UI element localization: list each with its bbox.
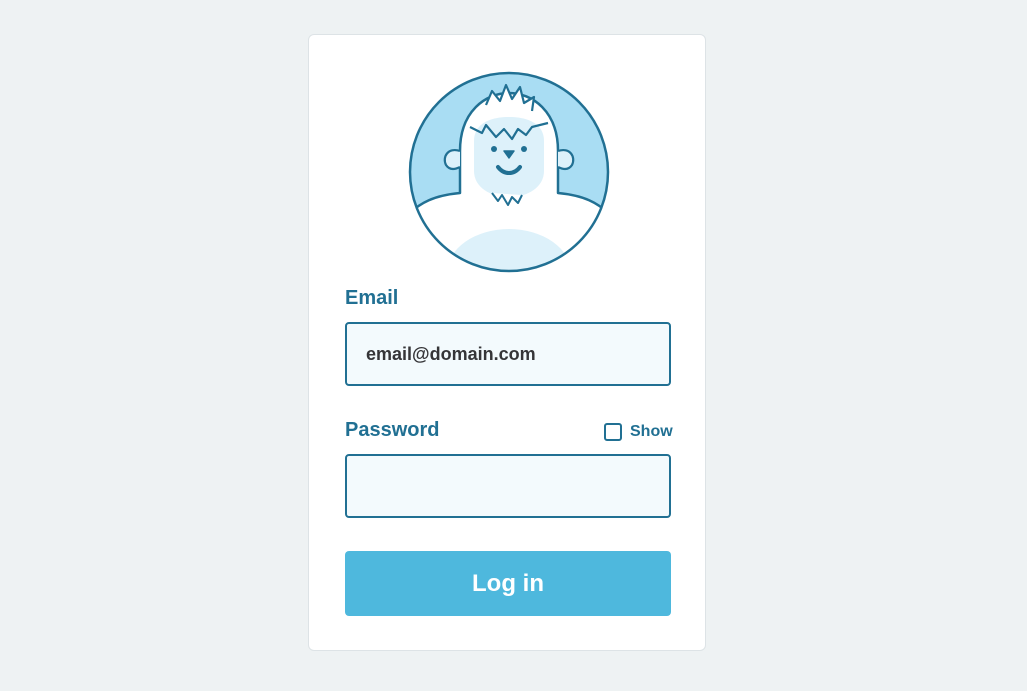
password-label: Password	[345, 419, 440, 441]
login-button[interactable]: Log in	[345, 551, 671, 616]
login-card: Email Password Show Log in	[308, 34, 706, 651]
password-input[interactable]	[345, 454, 671, 518]
show-password-checkbox[interactable]	[604, 423, 622, 441]
email-input[interactable]	[345, 322, 671, 386]
show-password-label[interactable]: Show	[630, 423, 673, 441]
show-password-toggle[interactable]: Show	[604, 422, 673, 442]
email-label: Email	[345, 287, 399, 309]
yeti-avatar-icon	[408, 71, 610, 273]
